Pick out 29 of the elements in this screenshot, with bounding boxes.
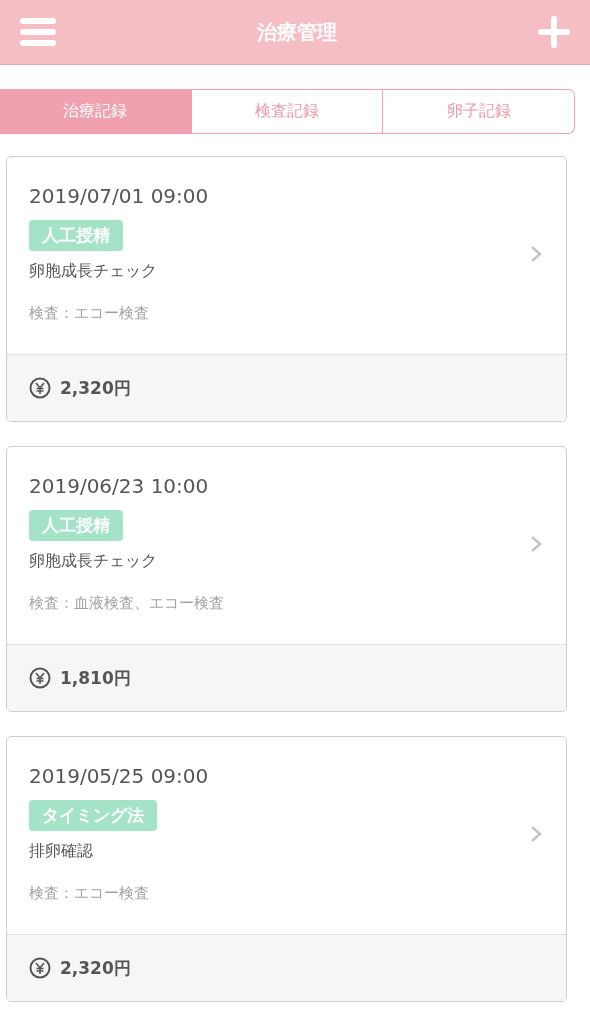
record-datetime: 2019/06/23 10:00 xyxy=(29,474,209,498)
menu-icon xyxy=(20,18,56,46)
treatment-tag: 人工授精 xyxy=(29,220,123,251)
record-tests: 検査：血液検査、エコー検査 xyxy=(29,594,224,613)
record-cost: 2,320円 xyxy=(60,956,131,980)
record-title: 卵胞成長チェック xyxy=(29,551,157,572)
record-tests: 検査：エコー検査 xyxy=(29,304,149,323)
chevron-right-icon xyxy=(530,824,542,843)
yen-icon xyxy=(29,667,51,689)
record-title: 排卵確認 xyxy=(29,841,93,862)
record-tests: 検査：エコー検査 xyxy=(29,884,149,903)
record-card[interactable]: 2019/06/23 10:00 人工授精 卵胞成長チェック 検査：血液検査、エコー検査 1,810円 xyxy=(6,446,567,712)
record-cost: 1,810円 xyxy=(60,666,131,690)
treatment-tag: タイミング法 xyxy=(29,800,157,831)
chevron-right-icon xyxy=(530,244,542,263)
record-card[interactable]: 2019/07/01 09:00 人工授精 卵胞成長チェック 検査：エコー検査 2,320円 xyxy=(6,156,567,422)
record-cost: 2,320円 xyxy=(60,376,131,400)
treatment-tag: 人工授精 xyxy=(29,510,123,541)
record-title: 卵胞成長チェック xyxy=(29,261,157,282)
plus-icon xyxy=(538,16,570,48)
chevron-right-icon xyxy=(530,534,542,553)
header-title: 治療管理 xyxy=(257,18,337,46)
record-card[interactable]: 2019/05/25 09:00 タイミング法 排卵確認 検査：エコー検査 2,320円 xyxy=(6,736,567,1002)
record-datetime: 2019/05/25 09:00 xyxy=(29,764,209,788)
yen-icon xyxy=(29,957,51,979)
menu-button[interactable] xyxy=(20,18,56,46)
record-datetime: 2019/07/01 09:00 xyxy=(29,184,209,208)
yen-icon xyxy=(29,377,51,399)
add-button[interactable] xyxy=(538,16,570,48)
